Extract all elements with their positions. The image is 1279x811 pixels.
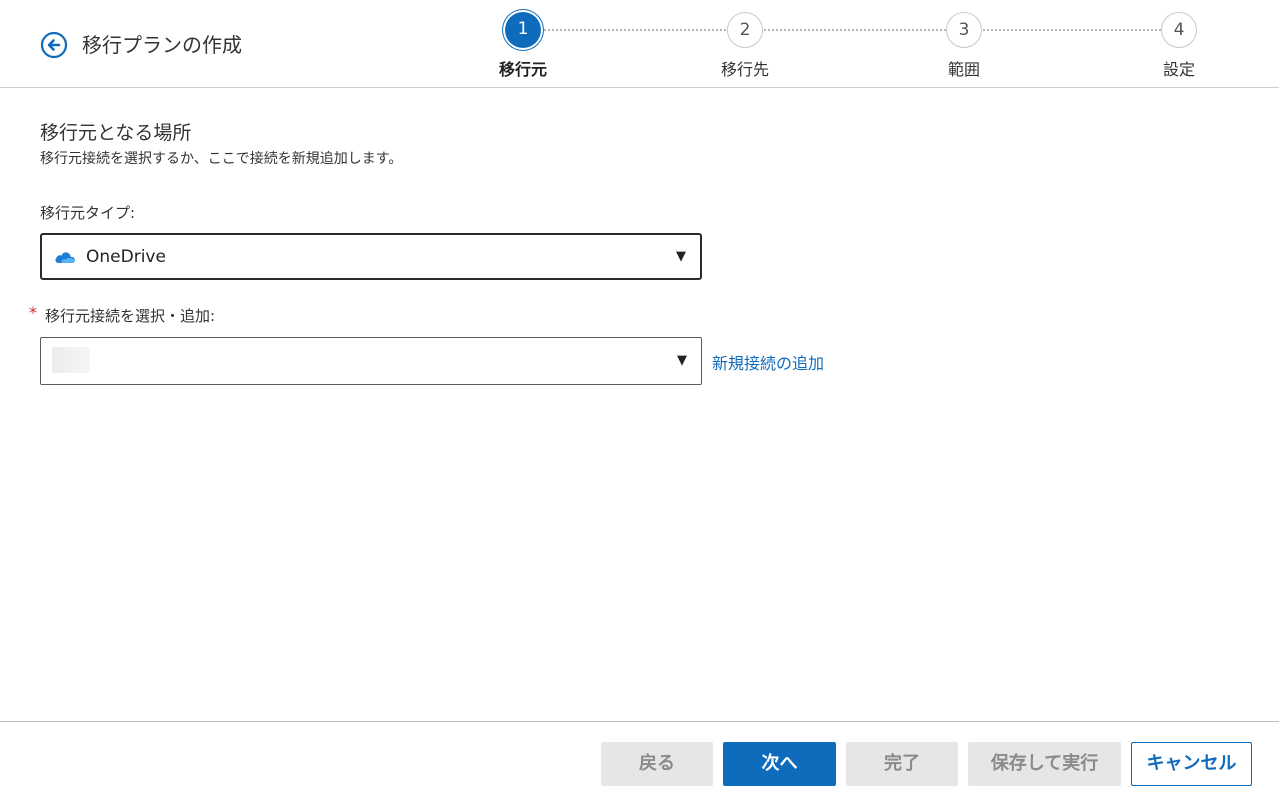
required-mark: * [29,303,37,322]
connection-label: 移行元接続を選択・追加: [45,307,216,325]
step-2-circle[interactable]: 2 [727,12,763,48]
stepper-connector [764,29,946,31]
stepper-connector [983,29,1161,31]
step-1-label: 移行元 [498,60,547,79]
add-connection-link[interactable]: 新規接続の追加 [712,350,824,374]
caret-down-icon: ▼ [677,353,687,368]
finish-button[interactable]: 完了 [846,742,958,786]
source-type-label: 移行元タイプ: [40,204,136,222]
connection-select[interactable]: ▼ [40,337,702,385]
step-4-circle[interactable]: 4 [1161,12,1197,48]
section-title: 移行元となる場所 [40,122,192,144]
stepper-connector [544,29,726,31]
header: 移行プランの作成 1 移行元 2 移行先 3 範囲 4 設定 [0,0,1279,88]
arrow-left-circle-icon[interactable] [40,31,68,59]
back-step-button[interactable]: 戻る [601,742,713,786]
page-title: 移行プランの作成 [82,33,242,57]
cancel-button[interactable]: キャンセル [1131,742,1252,786]
step-1-circle[interactable]: 1 [505,12,541,48]
step-3-label: 範囲 [947,60,980,79]
source-type-value: OneDrive [86,247,166,267]
onedrive-cloud-icon [55,252,75,263]
section-subtitle: 移行元接続を選択するか、ここで接続を新規追加します。 [40,151,403,167]
step-3-circle[interactable]: 3 [946,12,982,48]
footer: 戻る 次へ 完了 保存して実行 キャンセル [0,721,1279,811]
next-button[interactable]: 次へ [723,742,836,786]
caret-down-icon: ▼ [676,249,686,264]
step-4-label: 設定 [1162,60,1195,79]
step-2-label: 移行先 [720,60,769,79]
save-and-run-button[interactable]: 保存して実行 [968,742,1121,786]
connection-value-placeholder [52,347,90,373]
back-button[interactable] [40,31,68,59]
source-type-select[interactable]: OneDrive ▼ [40,233,702,280]
